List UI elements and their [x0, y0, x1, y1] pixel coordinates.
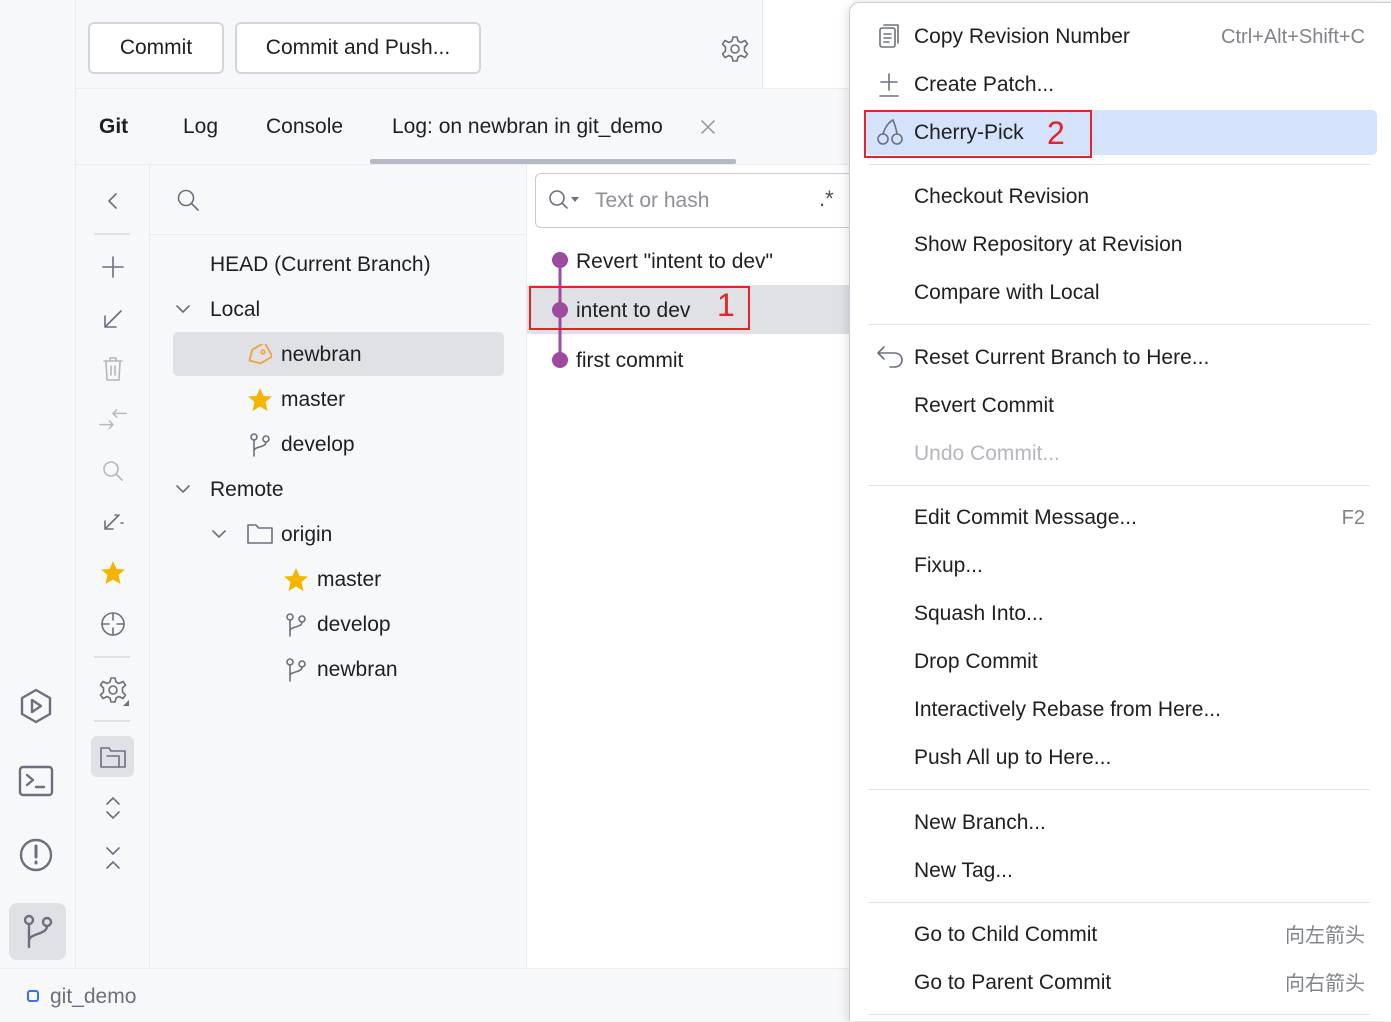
patch-icon: [875, 70, 903, 100]
tag-icon: [245, 341, 273, 369]
run-services-icon[interactable]: [16, 686, 56, 726]
menu-separator: [868, 164, 1370, 165]
toolbar-right-area: [762, 0, 853, 88]
git-tool-window-button[interactable]: [9, 903, 66, 960]
divider: [94, 233, 130, 235]
expand-all-icon[interactable]: [98, 793, 128, 823]
annotation-number-2: 2: [1047, 115, 1065, 151]
branch-icon: [246, 431, 274, 459]
menu-compare-with-local[interactable]: Compare with Local: [914, 278, 1100, 308]
project-square-icon: [27, 990, 39, 1002]
commit-node: [552, 252, 568, 268]
branch-local-master[interactable]: master: [281, 385, 345, 415]
settings-gear-icon[interactable]: [718, 32, 752, 66]
menu-new-branch[interactable]: New Branch...: [914, 808, 1046, 838]
fetch-icon[interactable]: [98, 507, 128, 537]
tab-log-newbran[interactable]: Log: on newbran in git_demo: [392, 112, 663, 142]
folder-group-icon: [100, 747, 126, 768]
menu-separator: [868, 1014, 1370, 1015]
search-options-icon[interactable]: [546, 186, 582, 214]
menu-go-to-child-commit[interactable]: Go to Child Commit: [914, 920, 1097, 950]
tab-git[interactable]: Git: [99, 112, 128, 142]
commit-row[interactable]: first commit: [576, 346, 683, 376]
menu-interactive-rebase[interactable]: Interactively Rebase from Here...: [914, 695, 1221, 725]
shortcut-copy-revision: Ctrl+Alt+Shift+C: [1221, 26, 1365, 48]
reset-undo-icon: [875, 342, 905, 372]
shortcut-go-to-parent: 向右箭头: [1285, 971, 1365, 995]
active-tab-underline: [370, 159, 736, 164]
group-by-repository-button[interactable]: [91, 736, 134, 777]
branch-local-develop[interactable]: develop: [281, 430, 355, 460]
branch-remote-develop[interactable]: develop: [317, 610, 391, 640]
branch-local-newbran[interactable]: newbran: [281, 340, 362, 370]
star-icon: [282, 566, 310, 594]
branches-settings-icon[interactable]: [98, 675, 130, 707]
collapse-all-icon[interactable]: [98, 843, 128, 873]
star-icon: [246, 386, 274, 414]
tab-console[interactable]: Console: [266, 112, 343, 142]
log-search-input[interactable]: Text or hash: [595, 186, 709, 216]
delete-branch-icon[interactable]: [98, 354, 128, 384]
menu-separator: [868, 789, 1370, 790]
branch-remote-master[interactable]: master: [317, 565, 381, 595]
shortcut-edit-message: F2: [1341, 507, 1365, 529]
commit-node: [552, 352, 568, 368]
menu-separator: [868, 324, 1370, 325]
menu-separator: [868, 485, 1370, 486]
commit-button[interactable]: Commit: [88, 22, 224, 74]
menu-copy-revision-number[interactable]: Copy Revision Number: [914, 22, 1130, 52]
remote-group[interactable]: Remote: [210, 475, 284, 505]
terminal-icon[interactable]: [16, 761, 56, 801]
menu-checkout-revision[interactable]: Checkout Revision: [914, 182, 1089, 212]
branch-remote-newbran[interactable]: newbran: [317, 655, 398, 685]
tab-log[interactable]: Log: [183, 112, 218, 142]
branch-icon: [282, 611, 310, 639]
menu-fixup[interactable]: Fixup...: [914, 551, 983, 581]
problems-icon[interactable]: [16, 835, 56, 875]
menu-squash-into[interactable]: Squash Into...: [914, 599, 1044, 629]
left-tool-strip: [0, 0, 76, 968]
divider: [94, 720, 130, 722]
menu-new-tag[interactable]: New Tag...: [914, 856, 1013, 886]
commit-and-push-button[interactable]: Commit and Push...: [235, 22, 481, 74]
menu-show-repository[interactable]: Show Repository at Revision: [914, 230, 1182, 260]
search-branches-icon[interactable]: [98, 456, 128, 486]
branch-search-icon[interactable]: [174, 186, 202, 214]
close-tab-icon[interactable]: [697, 116, 719, 138]
head-current-branch[interactable]: HEAD (Current Branch): [210, 250, 431, 280]
git-branch-icon: [23, 914, 53, 949]
copy-icon: [875, 22, 903, 52]
menu-revert-commit[interactable]: Revert Commit: [914, 391, 1054, 421]
menu-push-all-up-to-here[interactable]: Push All up to Here...: [914, 743, 1111, 773]
chevron-down-icon[interactable]: [173, 299, 193, 319]
branch-icon: [282, 656, 310, 684]
chevron-down-icon[interactable]: [173, 479, 193, 499]
add-branch-icon[interactable]: [98, 252, 128, 282]
favorite-star-icon[interactable]: [98, 558, 128, 588]
update-branch-icon[interactable]: [98, 304, 128, 334]
collapse-panel-icon[interactable]: [98, 186, 128, 216]
menu-undo-commit: Undo Commit...: [914, 442, 1060, 465]
commit-row[interactable]: Revert "intent to dev": [576, 247, 773, 277]
compare-branches-icon[interactable]: [98, 404, 128, 434]
shortcut-go-to-child: 向左箭头: [1285, 923, 1365, 947]
menu-separator: [868, 902, 1370, 903]
remote-origin[interactable]: origin: [281, 520, 332, 550]
folder-icon: [245, 520, 275, 548]
menu-drop-commit[interactable]: Drop Commit: [914, 647, 1038, 677]
chevron-down-icon[interactable]: [209, 524, 229, 544]
divider: [94, 656, 130, 658]
regex-toggle[interactable]: .*: [819, 184, 834, 214]
menu-create-patch[interactable]: Create Patch...: [914, 70, 1054, 100]
divider: [150, 234, 526, 235]
menu-edit-commit-message[interactable]: Edit Commit Message...: [914, 503, 1137, 533]
annotation-number-1: 1: [717, 287, 735, 323]
menu-reset-current-branch[interactable]: Reset Current Branch to Here...: [914, 343, 1209, 373]
navigate-target-icon[interactable]: [98, 609, 128, 639]
local-group[interactable]: Local: [210, 295, 260, 325]
status-project-name[interactable]: git_demo: [50, 982, 136, 1012]
menu-go-to-parent-commit[interactable]: Go to Parent Commit: [914, 968, 1111, 998]
